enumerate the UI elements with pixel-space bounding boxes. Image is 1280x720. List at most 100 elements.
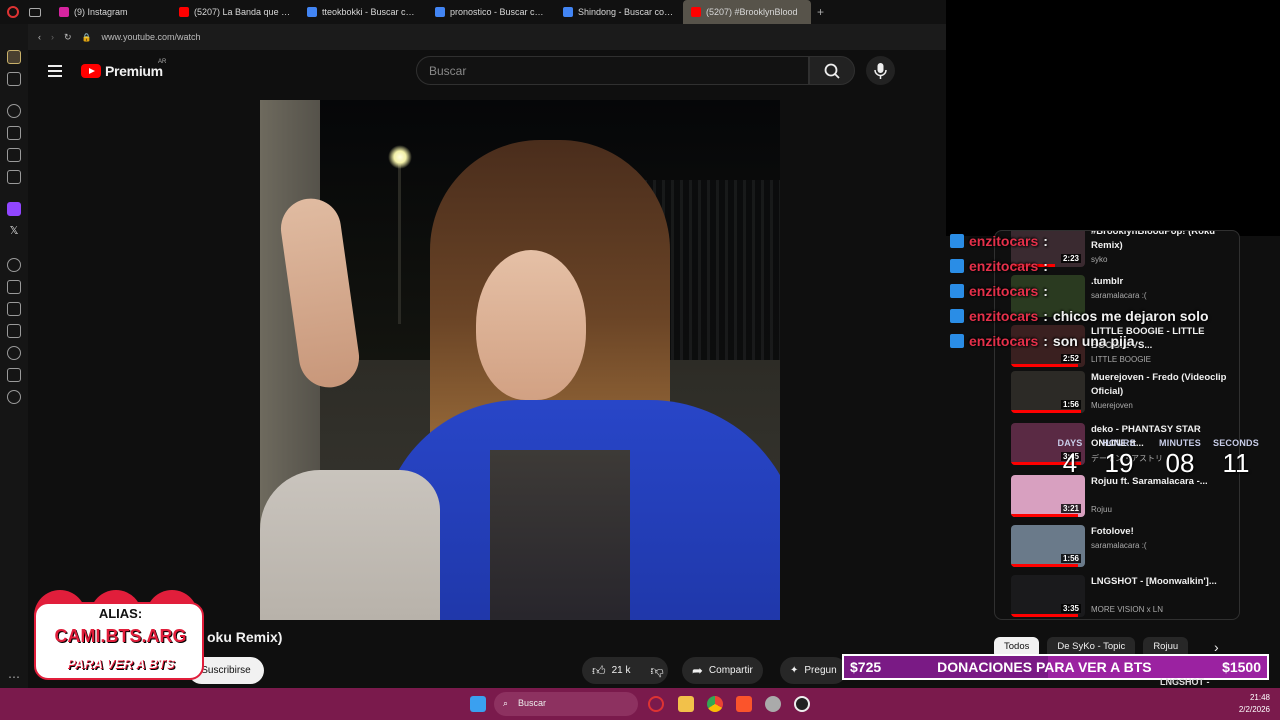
watch-progress-bar xyxy=(1011,364,1078,367)
taskbar: Buscar ⌕ 21:48 2/2/2026 xyxy=(0,688,1280,720)
logo-slogan: PARA VER A BTS xyxy=(66,656,175,671)
recommended-title[interactable]: Muerejoven - Fredo (Videoclip Oficial) xyxy=(1091,371,1239,399)
video-leg xyxy=(260,470,440,620)
file-explorer-icon[interactable] xyxy=(678,696,694,712)
partial-recommendation-title: LNGSHOT - xyxy=(1160,677,1210,687)
video-thumbnail[interactable]: 1:56 xyxy=(1011,525,1085,567)
right-black-area xyxy=(946,0,1280,236)
opera-logo-icon[interactable] xyxy=(7,6,19,18)
chat-text: chicos me dejaron solo xyxy=(1052,307,1209,324)
countdown-value: 19 xyxy=(1104,448,1134,478)
voice-search-button[interactable] xyxy=(866,56,895,85)
wallet-icon[interactable] xyxy=(7,148,21,162)
share-label: Compartir xyxy=(708,665,753,676)
browser-tab[interactable]: (9) Instagram xyxy=(51,0,171,24)
favicon-icon xyxy=(307,7,317,17)
windows-start-icon[interactable] xyxy=(470,696,486,712)
dislike-icon[interactable]: 👎︎ xyxy=(651,663,664,679)
video-duration: 3:35 xyxy=(1060,604,1081,613)
twitch-icon[interactable] xyxy=(7,202,21,216)
twitch-badge-icon xyxy=(950,233,964,248)
recommended-channel[interactable]: MORE VISION x LN xyxy=(1091,605,1163,614)
recommended-video[interactable]: 3:35 LNGSHOT - [Moonwalkin']... MORE VISIO… xyxy=(1011,575,1239,619)
favicon-icon xyxy=(435,7,445,17)
tab-title: tteokbokki - Buscar con G xyxy=(322,7,419,17)
twitch-badge-icon xyxy=(950,283,964,298)
more-icon[interactable]: ⋯ xyxy=(8,670,20,684)
chat-text: son una pija xyxy=(1052,332,1135,349)
chat-separator: : xyxy=(1043,332,1048,349)
apps-icon[interactable] xyxy=(7,280,21,294)
video-face xyxy=(476,250,586,400)
chips-next-icon[interactable]: › xyxy=(1214,639,1219,655)
youtube-header: Premium AR Buscar xyxy=(28,50,946,94)
obs-icon[interactable] xyxy=(794,696,810,712)
downloads-icon[interactable] xyxy=(7,368,21,382)
taskbar-search[interactable]: Buscar xyxy=(494,692,638,716)
ccleaner-icon[interactable] xyxy=(765,696,781,712)
workspace-icon[interactable] xyxy=(29,7,41,17)
opera-taskbar-icon[interactable] xyxy=(648,696,664,712)
menu-icon[interactable] xyxy=(48,65,62,77)
ask-label: Pregun xyxy=(804,665,837,676)
x-icon[interactable]: 𝕏 xyxy=(7,224,21,238)
player-icon[interactable] xyxy=(7,258,21,272)
browser-tab[interactable]: pronostico - Buscar con G xyxy=(427,0,555,24)
pin-icon[interactable] xyxy=(7,324,21,338)
history-icon[interactable] xyxy=(7,346,21,360)
search-input[interactable]: Buscar xyxy=(416,56,809,85)
favicon-icon xyxy=(691,7,701,17)
recommended-channel[interactable]: Rojuu xyxy=(1091,505,1112,514)
favorites-icon[interactable] xyxy=(7,302,21,316)
countdown-value: 4 xyxy=(1062,448,1078,478)
video-title: oku Remix) xyxy=(207,629,283,645)
watch-progress-bar xyxy=(1011,514,1078,517)
chat-username: enzitocars xyxy=(969,332,1039,349)
chat-username: enzitocars xyxy=(969,282,1039,299)
aria-icon[interactable] xyxy=(7,104,21,118)
home-icon[interactable] xyxy=(7,50,21,64)
video-thumbnail[interactable]: 1:56 xyxy=(1011,371,1085,413)
forward-icon[interactable]: › xyxy=(51,32,54,42)
browser-tab[interactable]: (5207) La Banda que LOG xyxy=(171,0,299,24)
browser-tab[interactable]: (5207) #BrooklynBlood xyxy=(683,0,811,24)
chat-separator: : xyxy=(1043,307,1048,324)
donation-label: DONACIONES PARA VER A BTS xyxy=(937,659,1152,675)
twitch-badge-icon xyxy=(950,308,964,323)
search-button[interactable] xyxy=(809,56,855,85)
url-field[interactable]: www.youtube.com/watch xyxy=(102,32,201,42)
tab-title: (9) Instagram xyxy=(74,7,128,17)
recommended-video[interactable]: 1:56 Muerejoven - Fredo (Videoclip Oficia… xyxy=(1011,371,1239,417)
recommended-title[interactable]: LNGSHOT - [Moonwalkin']... xyxy=(1091,575,1239,589)
recommended-channel[interactable]: saramalacara :( xyxy=(1091,541,1147,550)
countdown-label: MINUTES xyxy=(1159,438,1201,448)
recommended-title[interactable]: Fotolove! xyxy=(1091,525,1239,539)
recommended-channel[interactable]: Muerejoven xyxy=(1091,401,1133,410)
new-tab-button[interactable]: + xyxy=(811,5,830,19)
like-button[interactable]: 👍︎ 21 k 👎︎ xyxy=(582,657,668,684)
video-thumbnail[interactable]: 3:35 xyxy=(1011,575,1085,617)
chrome-icon[interactable] xyxy=(707,696,723,712)
recommended-video[interactable]: 1:56 Fotolove! saramalacara :( xyxy=(1011,525,1239,571)
messenger-icon[interactable] xyxy=(7,170,21,184)
taskbar-search-icon: ⌕ xyxy=(503,698,509,708)
recommended-channel[interactable]: LITTLE BOOGIE xyxy=(1091,355,1151,364)
browser-tab[interactable]: Shindong - Buscar con Go xyxy=(555,0,683,24)
taskbar-clock[interactable]: 21:48 2/2/2026 xyxy=(1239,692,1270,716)
video-player[interactable] xyxy=(260,100,780,620)
back-icon[interactable]: ‹ xyxy=(38,32,41,42)
settings-gear-icon[interactable] xyxy=(7,390,21,404)
extensions-icon[interactable] xyxy=(7,126,21,140)
browser-tab[interactable]: tteokbokki - Buscar con G xyxy=(299,0,427,24)
youtube-logo[interactable]: Premium xyxy=(81,63,163,79)
gaming-icon[interactable] xyxy=(7,72,21,86)
chat-message: enzitocars : xyxy=(950,278,1240,303)
watch-progress-bar xyxy=(1011,410,1082,413)
ask-button[interactable]: ✦ Pregun xyxy=(780,657,847,684)
brave-icon[interactable] xyxy=(736,696,752,712)
countdown-value: 08 xyxy=(1165,448,1195,478)
twitch-badge-icon xyxy=(950,333,964,348)
tab-title: (5207) La Banda que LOG xyxy=(194,7,291,17)
reload-icon[interactable]: ↻ xyxy=(64,32,72,43)
share-button[interactable]: ➦ Compartir xyxy=(682,657,763,684)
